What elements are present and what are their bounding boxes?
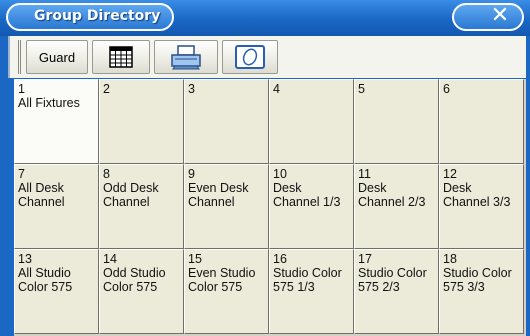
group-number: 8	[103, 167, 110, 181]
group-cell-13[interactable]: 13 All Studio Color 575	[14, 249, 99, 334]
group-number: 14	[103, 252, 117, 266]
group-number: 3	[188, 82, 195, 96]
toolbar: Guard	[8, 36, 526, 78]
group-label: Desk Channel 2/3	[358, 181, 426, 209]
print-button[interactable]	[154, 40, 218, 74]
sheet-view-button[interactable]	[92, 40, 150, 74]
group-number: 13	[18, 252, 32, 266]
group-label: Odd Desk Channel	[103, 181, 159, 209]
group-number: 4	[273, 82, 280, 96]
guard-button[interactable]: Guard	[26, 40, 88, 74]
group-cell-5[interactable]: 5	[354, 79, 439, 164]
group-label: Studio Color 575 2/3	[358, 266, 427, 294]
group-number: 9	[188, 167, 195, 181]
window-title: Group Directory	[34, 8, 161, 24]
group-cell-8[interactable]: 8 Odd Desk Channel	[99, 164, 184, 249]
group-number: 12	[443, 167, 457, 181]
group-cell-9[interactable]: 9 Even Desk Channel	[184, 164, 269, 249]
group-cell-14[interactable]: 14 Odd Studio Color 575	[99, 249, 184, 334]
group-number: 10	[273, 167, 287, 181]
group-number: 7	[18, 167, 25, 181]
title-bar[interactable]: Group Directory ✕	[0, 0, 530, 36]
options-button[interactable]	[222, 40, 278, 74]
group-number: 2	[103, 82, 110, 96]
group-number: 6	[443, 82, 450, 96]
group-label: Desk Channel 1/3	[273, 181, 341, 209]
group-grid: 1 All Fixtures 2 3 4 5 6 7 All Desk Channel 8 Odd …	[14, 79, 526, 336]
group-label: Studio Color 575 3/3	[443, 266, 512, 294]
group-cell-17[interactable]: 17 Studio Color 575 2/3	[354, 249, 439, 334]
group-cell-12[interactable]: 12 Desk Channel 3/3	[439, 164, 524, 249]
group-cell-10[interactable]: 10 Desk Channel 1/3	[269, 164, 354, 249]
group-number: 15	[188, 252, 202, 266]
group-label: Even Desk Channel	[188, 181, 249, 209]
group-cell-1[interactable]: 1 All Fixtures	[14, 79, 99, 164]
group-label: Even Studio Color 575	[188, 266, 256, 294]
group-label: Studio Color 575 1/3	[273, 266, 342, 294]
group-label: Odd Studio Color 575	[103, 266, 166, 294]
group-directory-window: Group Directory ✕ Guard 1 All Fixtures 2…	[0, 0, 530, 336]
toolbar-grip	[18, 40, 21, 74]
group-number: 17	[358, 252, 372, 266]
group-cell-3[interactable]: 3	[184, 79, 269, 164]
group-label: All Studio Color 575	[18, 266, 73, 294]
sheet-view-icon	[109, 46, 133, 68]
group-label: All Desk Channel	[18, 181, 65, 209]
group-cell-7[interactable]: 7 All Desk Channel	[14, 164, 99, 249]
options-icon	[235, 45, 265, 69]
guard-label: Guard	[38, 49, 76, 65]
group-label: Desk Channel 3/3	[443, 181, 511, 209]
group-cell-11[interactable]: 11 Desk Channel 2/3	[354, 164, 439, 249]
group-number: 1	[18, 82, 25, 96]
group-cell-15[interactable]: 15 Even Studio Color 575	[184, 249, 269, 334]
group-cell-2[interactable]: 2	[99, 79, 184, 164]
printer-icon	[171, 45, 201, 70]
group-label: All Fixtures	[18, 96, 80, 110]
group-number: 16	[273, 252, 287, 266]
group-number: 11	[358, 167, 371, 181]
group-number: 5	[358, 82, 365, 96]
group-cell-6[interactable]: 6	[439, 79, 524, 164]
group-number: 18	[443, 252, 457, 266]
close-icon[interactable]: ✕	[488, 4, 512, 28]
group-cell-4[interactable]: 4	[269, 79, 354, 164]
group-cell-16[interactable]: 16 Studio Color 575 1/3	[269, 249, 354, 334]
group-cell-18[interactable]: 18 Studio Color 575 3/3	[439, 249, 524, 334]
